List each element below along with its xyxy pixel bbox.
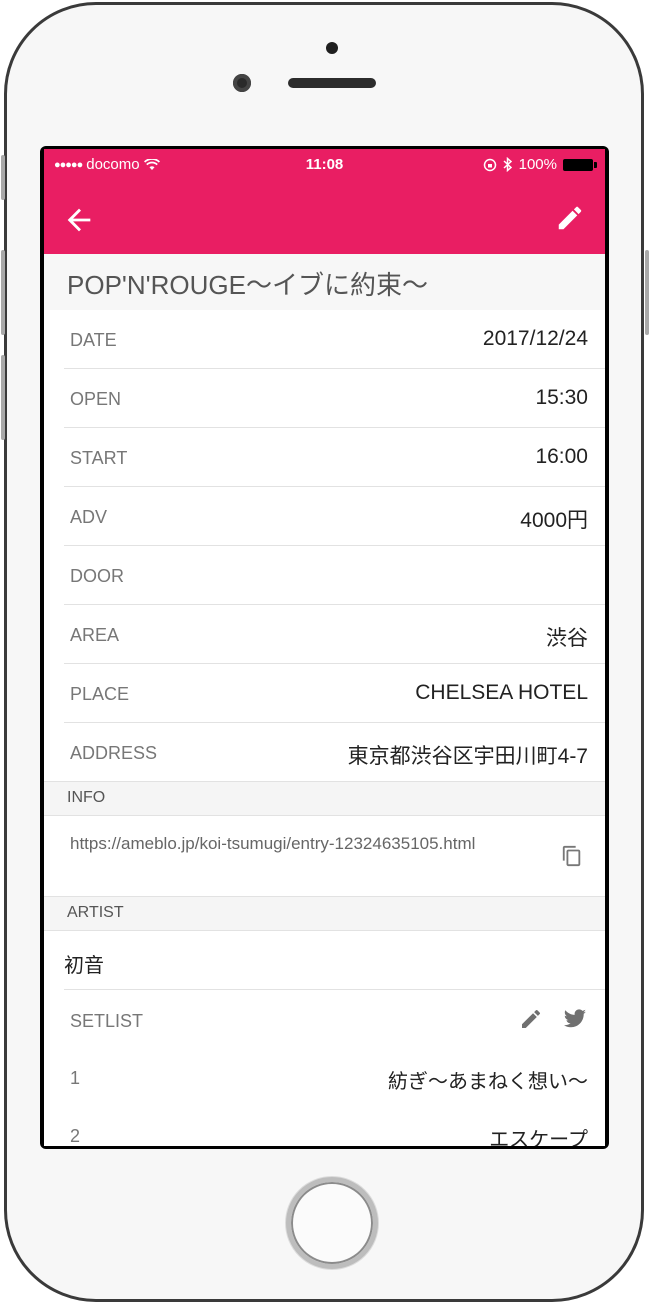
pencil-icon[interactable] bbox=[519, 1007, 543, 1031]
front-camera bbox=[233, 74, 251, 92]
setlist-header: SETLIST bbox=[44, 990, 605, 1048]
detail-label: DATE bbox=[70, 330, 117, 350]
detail-row-date: DATE 2017/12/24 bbox=[64, 310, 605, 369]
event-title: POP'N'ROUGE〜イブに約束〜 bbox=[67, 270, 428, 300]
bluetooth-icon bbox=[503, 157, 512, 172]
info-link[interactable]: https://ameblo.jp/koi-tsumugi/entry-1232… bbox=[70, 832, 490, 856]
pencil-icon[interactable] bbox=[555, 203, 585, 233]
detail-row-start: START 16:00 bbox=[64, 428, 605, 487]
artist-heading: ARTIST bbox=[67, 904, 124, 921]
app-screen: ●●●●● docomo 11:08 100% POP'N'ROUGE〜イブに約… bbox=[44, 149, 605, 1146]
twitter-icon[interactable] bbox=[562, 1007, 588, 1031]
status-bar: ●●●●● docomo 11:08 100% bbox=[44, 149, 605, 181]
song-number: 1 bbox=[70, 1068, 81, 1088]
detail-label: ADV bbox=[70, 507, 108, 527]
detail-row-open: OPEN 15:30 bbox=[64, 369, 605, 428]
detail-value: CHELSEA HOTEL bbox=[415, 681, 588, 704]
info-section-header: INFO bbox=[44, 781, 605, 816]
power-button bbox=[645, 250, 649, 335]
detail-label: AREA bbox=[70, 625, 120, 645]
detail-value: 東京都渋谷区宇田川町4-7 bbox=[347, 745, 588, 768]
detail-label: OPEN bbox=[70, 389, 122, 409]
earpiece-speaker bbox=[288, 78, 376, 88]
setlist-song-row[interactable]: 1 紡ぎ〜あまねく想い〜 bbox=[44, 1048, 605, 1106]
info-heading: INFO bbox=[67, 789, 106, 806]
detail-value: 渋谷 bbox=[546, 627, 588, 650]
event-title-bar: POP'N'ROUGE〜イブに約束〜 bbox=[44, 254, 605, 311]
home-button[interactable] bbox=[286, 1177, 378, 1269]
event-detail-list: DATE 2017/12/24 OPEN 15:30 START 16:00 A… bbox=[44, 310, 605, 1146]
detail-value: 15:30 bbox=[535, 386, 588, 409]
copy-icon[interactable] bbox=[561, 845, 583, 867]
proximity-sensor bbox=[326, 42, 338, 54]
volume-up-button bbox=[1, 250, 5, 335]
rotation-lock-icon bbox=[483, 158, 496, 171]
artist-row[interactable]: 初音 bbox=[64, 931, 605, 990]
arrow-left-icon[interactable] bbox=[62, 203, 96, 237]
detail-row-door: DOOR bbox=[64, 546, 605, 605]
detail-label: START bbox=[70, 448, 128, 468]
detail-label: DOOR bbox=[70, 566, 124, 586]
screen: ●●●●● docomo 11:08 100% POP'N'ROUGE〜イブに約… bbox=[40, 146, 609, 1149]
battery-icon bbox=[563, 158, 597, 171]
detail-row-area: AREA 渋谷 bbox=[64, 605, 605, 664]
detail-value: 4000円 bbox=[520, 509, 588, 532]
battery-percent: 100% bbox=[518, 156, 557, 173]
detail-value: 16:00 bbox=[535, 445, 588, 468]
song-title: 紡ぎ〜あまねく想い〜 bbox=[388, 1071, 588, 1093]
setlist-song-row[interactable]: 2 エスケープ bbox=[44, 1106, 605, 1146]
app-bar: ●●●●● docomo 11:08 100% bbox=[44, 149, 605, 254]
artist-section-header: ARTIST bbox=[44, 896, 605, 931]
song-title: エスケープ bbox=[489, 1129, 588, 1146]
artist-name: 初音 bbox=[64, 955, 104, 977]
detail-label: ADDRESS bbox=[70, 743, 158, 763]
volume-down-button bbox=[1, 355, 5, 440]
detail-label: PLACE bbox=[70, 684, 130, 704]
detail-row-address: ADDRESS 東京都渋谷区宇田川町4-7 bbox=[64, 723, 605, 781]
detail-value: 2017/12/24 bbox=[482, 327, 588, 350]
detail-row-adv: ADV 4000円 bbox=[64, 487, 605, 546]
setlist-label: SETLIST bbox=[70, 1011, 144, 1031]
song-number: 2 bbox=[70, 1126, 81, 1146]
detail-row-place: PLACE CHELSEA HOTEL bbox=[64, 664, 605, 723]
info-link-row[interactable]: https://ameblo.jp/koi-tsumugi/entry-1232… bbox=[44, 816, 605, 896]
mute-switch bbox=[1, 155, 5, 200]
